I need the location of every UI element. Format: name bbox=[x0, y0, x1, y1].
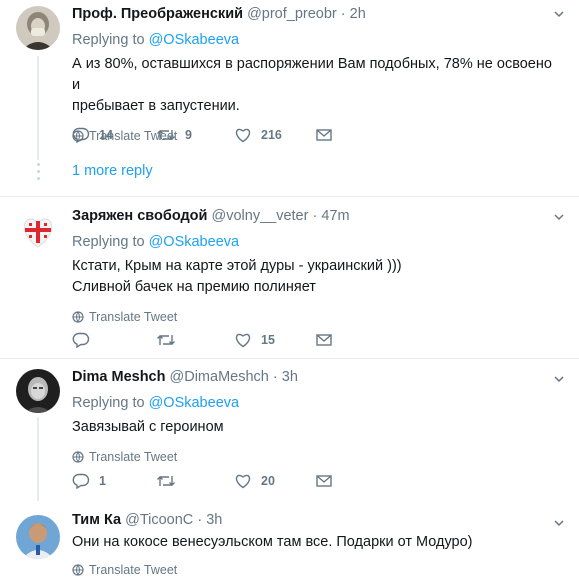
tweet-text-line: Кстати, Крым на карте этой дуры - украин… bbox=[72, 258, 402, 274]
tweet-text-line: А из 80%, оставшихся в распоряжении Вам … bbox=[72, 56, 552, 93]
replying-to-label: Replying to bbox=[72, 32, 145, 48]
replying-to-label: Replying to bbox=[72, 234, 145, 250]
tweet-header: Тим Ка @TicoonC · 3h bbox=[72, 510, 563, 530]
username[interactable]: @prof_preobr bbox=[247, 6, 337, 22]
avatar[interactable] bbox=[16, 209, 60, 253]
replying-to-label: Replying to bbox=[72, 395, 145, 411]
like-count: 216 bbox=[261, 128, 282, 142]
reply-count: 14 bbox=[99, 128, 113, 142]
heart-icon bbox=[235, 474, 251, 489]
tweet-3[interactable]: Dima Meshch @DimaMeshch · 3h Replying to… bbox=[0, 359, 579, 501]
thread-line bbox=[37, 417, 39, 501]
retweet-count: 9 bbox=[185, 128, 192, 142]
tweet-text-line: пребывает в запустении. bbox=[72, 98, 240, 114]
translate-label: Translate Tweet bbox=[89, 563, 178, 577]
username[interactable]: @volny__veter bbox=[212, 208, 309, 224]
translate-label: Translate Tweet bbox=[89, 310, 178, 324]
replying-to: Replying to @OSkabeeva bbox=[72, 232, 563, 252]
tweet-text: А из 80%, оставшихся в распоряжении Вам … bbox=[72, 54, 563, 117]
retweet-icon bbox=[157, 476, 175, 486]
direct-message-button[interactable] bbox=[316, 474, 332, 488]
like-button[interactable]: 20 bbox=[234, 473, 316, 489]
separator-dot: · bbox=[272, 369, 278, 385]
reply-button[interactable]: 1 bbox=[72, 473, 156, 489]
username[interactable]: @DimaMeshch bbox=[170, 369, 269, 385]
timestamp[interactable]: 3h bbox=[282, 369, 298, 385]
chevron-down-icon[interactable] bbox=[553, 211, 565, 223]
retweet-icon bbox=[157, 335, 175, 345]
thread-line bbox=[37, 56, 39, 160]
tweet-actions: 15 bbox=[72, 332, 332, 348]
more-replies-link[interactable]: 1 more reply bbox=[72, 163, 153, 179]
avatar[interactable] bbox=[16, 369, 60, 413]
heart-icon bbox=[235, 333, 251, 348]
direct-message-button[interactable] bbox=[316, 128, 332, 142]
replying-to: Replying to @OSkabeeva bbox=[72, 30, 563, 50]
separator-dot: · bbox=[340, 6, 346, 22]
tweet-header: Dima Meshch @DimaMeshch · 3h bbox=[72, 367, 563, 387]
mention-link[interactable]: @OSkabeeva bbox=[149, 395, 240, 411]
separator-dot: · bbox=[197, 512, 203, 528]
retweet-button[interactable] bbox=[156, 474, 234, 488]
direct-message-button[interactable] bbox=[316, 333, 332, 347]
reply-count: 1 bbox=[99, 474, 106, 488]
tweet-actions: 14 9 216 bbox=[72, 127, 332, 143]
avatar[interactable] bbox=[16, 6, 60, 50]
display-name[interactable]: Тим Ка bbox=[72, 512, 121, 528]
like-count: 20 bbox=[261, 474, 275, 488]
tweet-4[interactable]: Тим Ка @TicoonC · 3h Они на кокосе венес… bbox=[0, 505, 579, 580]
timestamp[interactable]: 47m bbox=[321, 208, 349, 224]
reply-button[interactable]: 14 bbox=[72, 127, 156, 143]
separator-dot: · bbox=[312, 208, 318, 224]
timestamp[interactable]: 3h bbox=[206, 512, 222, 528]
mention-link[interactable]: @OSkabeeva bbox=[149, 32, 240, 48]
tweet-header: Заряжен свободой @volny__veter · 47m bbox=[72, 206, 563, 226]
like-count: 15 bbox=[261, 333, 275, 347]
chevron-down-icon[interactable] bbox=[553, 517, 565, 529]
chevron-down-icon[interactable] bbox=[553, 373, 565, 385]
heart-icon bbox=[235, 128, 251, 143]
envelope-icon bbox=[316, 334, 332, 346]
tweet-text-line: Завязывай с героином bbox=[72, 419, 224, 435]
tweet-text: Кстати, Крым на карте этой дуры - украин… bbox=[72, 256, 563, 298]
translate-tweet-link[interactable]: Translate Tweet bbox=[72, 450, 563, 464]
replying-to: Replying to @OSkabeeva bbox=[72, 393, 563, 413]
globe-icon bbox=[72, 564, 84, 576]
globe-icon bbox=[72, 311, 84, 323]
tweet-text-line: Они на кокосе венесуэльском там все. Под… bbox=[72, 534, 473, 550]
reply-icon bbox=[72, 473, 90, 489]
tweet-header: Проф. Преображенский @prof_preobr · 2h bbox=[72, 4, 563, 24]
more-replies-indicator bbox=[33, 163, 43, 184]
tweet-text: Они на кокосе венесуэльском там все. Под… bbox=[72, 532, 563, 553]
translate-tweet-link[interactable]: Translate Tweet bbox=[72, 563, 563, 577]
display-name[interactable]: Заряжен свободой bbox=[72, 208, 207, 224]
display-name[interactable]: Dima Meshch bbox=[72, 369, 165, 385]
tweet-actions: 1 20 bbox=[72, 473, 332, 489]
reply-icon bbox=[72, 127, 90, 143]
like-button[interactable]: 216 bbox=[234, 127, 316, 143]
envelope-icon bbox=[316, 475, 332, 487]
translate-tweet-link[interactable]: Translate Tweet bbox=[72, 310, 563, 324]
avatar[interactable] bbox=[16, 515, 60, 559]
tweet-text: Завязывай с героином bbox=[72, 417, 563, 438]
retweet-button[interactable] bbox=[156, 333, 234, 347]
reply-button[interactable] bbox=[72, 332, 156, 348]
tweet-text-line: Сливной бачек на премию полиняет bbox=[72, 279, 316, 295]
reply-icon bbox=[72, 332, 90, 348]
retweet-button[interactable]: 9 bbox=[156, 128, 234, 142]
like-button[interactable]: 15 bbox=[234, 332, 316, 348]
mention-link[interactable]: @OSkabeeva bbox=[149, 234, 240, 250]
username[interactable]: @TicoonC bbox=[125, 512, 193, 528]
chevron-down-icon[interactable] bbox=[553, 8, 565, 20]
translate-label: Translate Tweet bbox=[89, 450, 178, 464]
tweet-1[interactable]: Проф. Преображенский @prof_preobr · 2h R… bbox=[0, 0, 579, 196]
retweet-icon bbox=[157, 130, 175, 140]
timestamp[interactable]: 2h bbox=[350, 6, 366, 22]
globe-icon bbox=[72, 451, 84, 463]
display-name[interactable]: Проф. Преображенский bbox=[72, 6, 243, 22]
envelope-icon bbox=[316, 129, 332, 141]
tweet-2[interactable]: Заряжен свободой @volny__veter · 47m Rep… bbox=[0, 197, 579, 358]
